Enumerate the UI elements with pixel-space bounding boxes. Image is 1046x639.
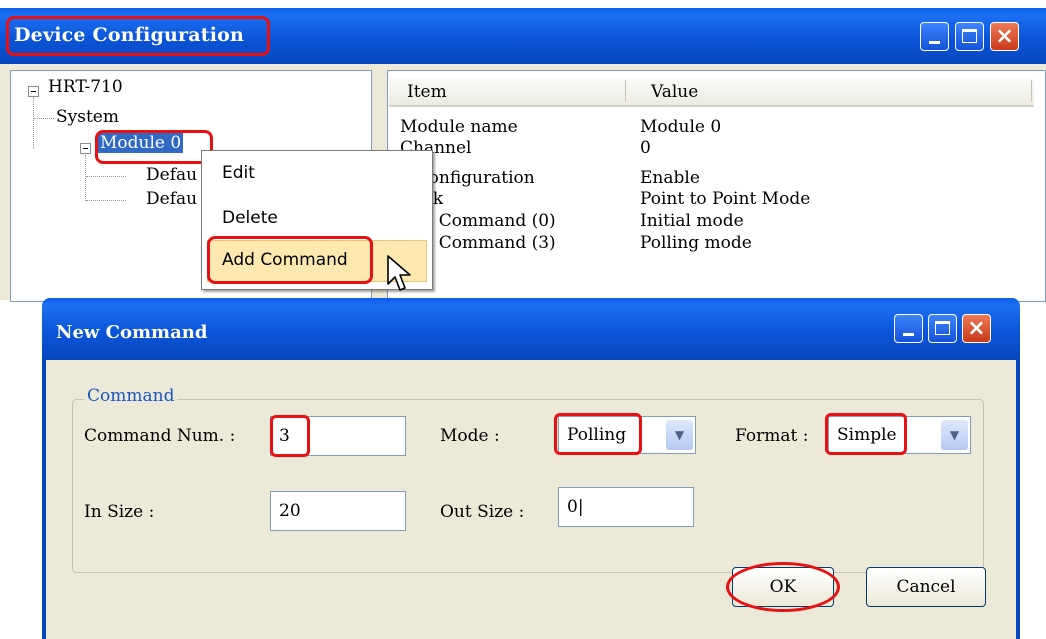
list-value: Polling mode	[640, 233, 752, 253]
column-separator[interactable]	[625, 80, 626, 102]
close-button[interactable]: ×	[990, 22, 1019, 51]
list-value: Point to Point Mode	[640, 189, 811, 209]
list-item[interactable]: Module name	[400, 117, 518, 137]
chevron-down-icon: ▼	[949, 428, 960, 442]
list-value: Enable	[640, 168, 700, 188]
list-header: Item Value	[389, 77, 1034, 107]
minimize-button[interactable]	[920, 22, 949, 51]
maximize-button[interactable]	[928, 314, 957, 343]
dialog-title: New Command	[56, 322, 208, 343]
menu-item-delete[interactable]: Delete	[222, 208, 278, 228]
menu-item-edit[interactable]: Edit	[222, 163, 255, 183]
format-label: Format :	[735, 426, 809, 446]
maximize-button[interactable]	[955, 22, 984, 51]
list-value: Initial mode	[640, 211, 744, 231]
command-group-label: Command	[84, 386, 178, 406]
column-header-item[interactable]: Item	[407, 82, 447, 102]
close-icon: ×	[995, 24, 1014, 49]
out-size-input[interactable]: 0|	[558, 487, 694, 527]
column-header-value[interactable]: Value	[651, 82, 698, 102]
close-button[interactable]: ×	[962, 314, 991, 343]
mode-annotation-box	[554, 413, 642, 455]
tree-item-system[interactable]: System	[56, 107, 119, 127]
out-size-label: Out Size :	[440, 502, 525, 522]
minimize-icon	[903, 333, 914, 336]
ok-annotation-oval	[726, 562, 840, 612]
column-separator[interactable]	[1031, 80, 1032, 102]
title-annotation-box	[6, 16, 270, 56]
collapse-icon[interactable]	[28, 86, 39, 97]
minimize-icon	[929, 41, 940, 44]
mode-label: Mode :	[440, 426, 500, 446]
tree-line	[34, 118, 54, 119]
add-command-annotation-box	[207, 236, 373, 284]
module-annotation-box	[95, 130, 213, 164]
cancel-button[interactable]: Cancel	[866, 567, 986, 607]
tree-line	[86, 200, 126, 201]
maximize-icon	[962, 29, 977, 43]
tree-item-default-command-0[interactable]: Defau	[146, 165, 197, 185]
new-command-dialog: New Command × Command Command Num. : 3 M…	[42, 298, 1020, 639]
property-list[interactable]: Item Value Module name Module 0 Channel …	[387, 70, 1046, 302]
list-value: Module 0	[640, 117, 722, 137]
tree-line	[33, 97, 34, 149]
command-num-label: Command Num. :	[84, 426, 236, 446]
tree-item-default-command-3[interactable]: Defau	[146, 189, 197, 209]
tree-line	[85, 155, 86, 201]
format-annotation-box	[825, 413, 907, 455]
device-configuration-window: Device Configuration × HRT-710 System Mo…	[0, 0, 1046, 302]
in-size-input[interactable]: 20	[270, 491, 406, 531]
mode-dropdown-button[interactable]: ▼	[666, 420, 693, 450]
minimize-button[interactable]	[894, 314, 923, 343]
in-size-label: In Size :	[84, 502, 155, 522]
tree-line	[86, 176, 126, 177]
maximize-icon	[935, 321, 950, 335]
command-num-annotation-box	[270, 415, 310, 457]
chevron-down-icon: ▼	[674, 428, 685, 442]
close-icon: ×	[967, 316, 986, 341]
list-value: 0	[640, 138, 651, 158]
tree-item-hrt-710[interactable]: HRT-710	[48, 77, 123, 97]
collapse-icon[interactable]	[80, 143, 91, 154]
cursor-icon	[387, 255, 411, 291]
format-dropdown-button[interactable]: ▼	[941, 420, 968, 450]
